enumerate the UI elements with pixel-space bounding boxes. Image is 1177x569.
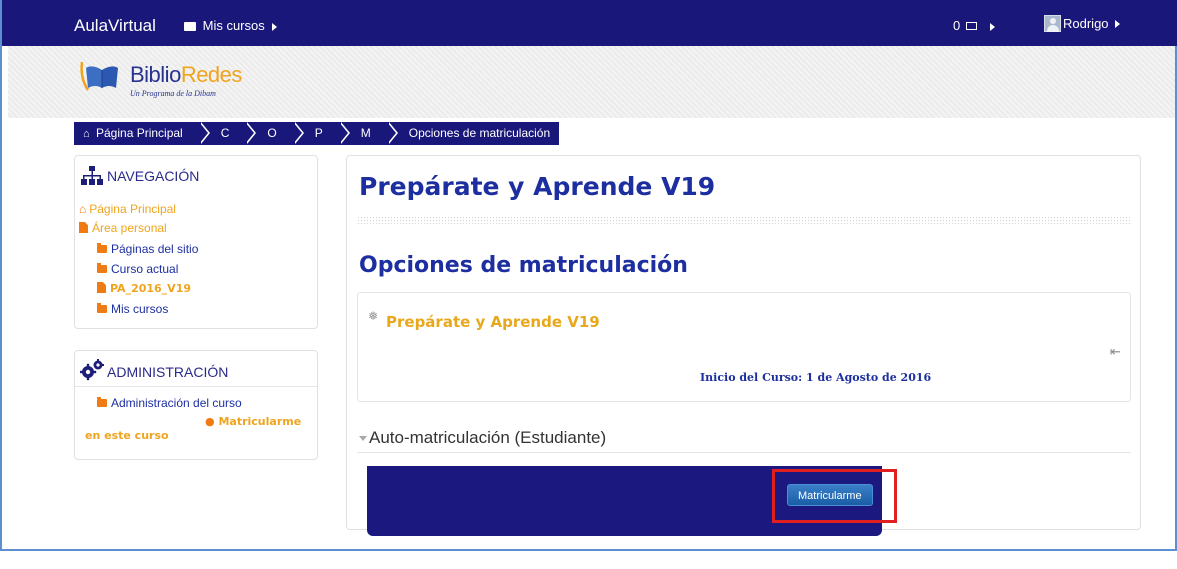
folder-icon (97, 303, 107, 313)
admin-item-enrol-me[interactable]: ● Matricularme en este curso (85, 415, 305, 443)
site-brand[interactable]: AulaVirtual (74, 16, 156, 36)
page-heading: Opciones de matriculación (359, 253, 688, 278)
bottom-divider (2, 549, 1177, 551)
header-banner: BiblioRedes Un Programa de la Dibam (8, 46, 1175, 118)
logo-text: BiblioRedes (130, 62, 242, 88)
self-enrol-section-title[interactable]: Auto-matriculación (Estudiante) (359, 428, 606, 448)
caret-right-icon (990, 22, 996, 31)
nav-item-label: Mis cursos (111, 302, 169, 316)
book-icon (80, 61, 118, 91)
user-name: Rodrigo (1063, 16, 1109, 31)
nav-item-label: Página Principal (89, 202, 176, 216)
course-icon: ❅ (368, 309, 379, 323)
breadcrumb-label: Página Principal (96, 126, 183, 140)
messages-menu[interactable]: 0 (953, 18, 996, 33)
file-icon (97, 282, 106, 293)
breadcrumb-label: P (314, 126, 323, 140)
folder-open-icon (97, 397, 107, 407)
breadcrumb-item-current: Opciones de matriculación (386, 122, 560, 145)
cogs-icon (80, 359, 104, 381)
messages-count: 0 (953, 18, 961, 33)
admin-item-course[interactable]: Administración del curso (97, 396, 242, 410)
envelope-icon (965, 22, 977, 30)
navigation-title: NAVEGACIÓN (107, 168, 200, 184)
caret-right-icon (272, 22, 278, 31)
nav-item-mis-cursos[interactable]: Mis cursos (97, 302, 168, 316)
nav-item-label: Área personal (92, 221, 167, 235)
sitemap-icon (81, 166, 103, 185)
mis-cursos-menu[interactable]: Mis cursos (184, 18, 278, 33)
administration-title: ADMINISTRACIÓN (107, 364, 229, 380)
top-navbar: AulaVirtual Mis cursos 0 Rodrigo (2, 0, 1177, 46)
folder-icon (97, 243, 107, 253)
home-icon: ⌂ (79, 202, 87, 216)
navigation-block: NAVEGACIÓN ⌂ Página Principal Área person… (74, 155, 318, 329)
divider (75, 386, 317, 387)
course-info-box: ❅ Prepárate y Aprende V19 ⇤ Inicio del C… (357, 292, 1131, 402)
nav-item-course-code[interactable]: PA_2016_V19 (97, 282, 191, 295)
breadcrumb: ⌂ Página Principal C O P M Opciones de m… (74, 122, 560, 145)
logo-text-biblio: Biblio (130, 62, 181, 87)
admin-item-label: Administración del curso (111, 396, 242, 410)
nav-item-curso-actual[interactable]: Curso actual (97, 262, 178, 276)
breadcrumb-label: Opciones de matriculación (408, 126, 551, 140)
course-title: Prepárate y Aprende V19 (359, 172, 716, 201)
course-start-date: Inicio del Curso: 1 de Agosto de 2016 (700, 371, 932, 384)
nav-item-label: Curso actual (111, 262, 179, 276)
breadcrumb-label: O (267, 126, 277, 140)
logo-subtitle: Un Programa de la Dibam (130, 89, 216, 98)
logo-text-redes: Redes (180, 62, 243, 87)
administration-block: ADMINISTRACIÓN Administración del curso … (74, 350, 318, 460)
avatar (1044, 15, 1061, 32)
collapse-icon (359, 436, 367, 441)
nav-item-area-personal[interactable]: Área personal (79, 221, 167, 235)
course-link[interactable]: Prepárate y Aprende V19 (386, 313, 600, 331)
dotted-divider (357, 216, 1131, 226)
biblioredes-logo[interactable]: BiblioRedes Un Programa de la Dibam (78, 56, 242, 102)
user-icon: ● (205, 415, 215, 428)
file-icon (79, 222, 88, 233)
section-divider (357, 452, 1131, 453)
nav-item-label: Páginas del sitio (111, 242, 199, 256)
nav-item-label: PA_2016_V19 (110, 282, 192, 295)
nav-item-paginas-sitio[interactable]: Páginas del sitio (97, 242, 198, 256)
briefcase-icon (184, 22, 196, 31)
section-title-label: Auto-matriculación (Estudiante) (369, 428, 607, 447)
user-menu[interactable]: Rodrigo (1044, 15, 1120, 32)
home-icon: ⌂ (83, 128, 90, 140)
breadcrumb-item-home[interactable]: ⌂ Página Principal (74, 122, 210, 145)
folder-open-icon (97, 263, 107, 273)
highlight-box (772, 469, 897, 523)
nav-item-home[interactable]: ⌂ Página Principal (79, 202, 176, 216)
enter-icon[interactable]: ⇤ (1110, 345, 1121, 360)
caret-right-icon (1114, 19, 1120, 28)
admin-item-label: Matricularme en este curso (85, 415, 302, 442)
enrol-panel: Matricularme (367, 466, 897, 536)
breadcrumb-label: M (360, 126, 371, 140)
page-frame: AulaVirtual Mis cursos 0 Rodrigo BiblioR… (0, 0, 1177, 551)
breadcrumb-label: C (220, 126, 230, 140)
main-content: Prepárate y Aprende V19 Opciones de matr… (346, 155, 1141, 536)
mis-cursos-label: Mis cursos (202, 18, 265, 33)
